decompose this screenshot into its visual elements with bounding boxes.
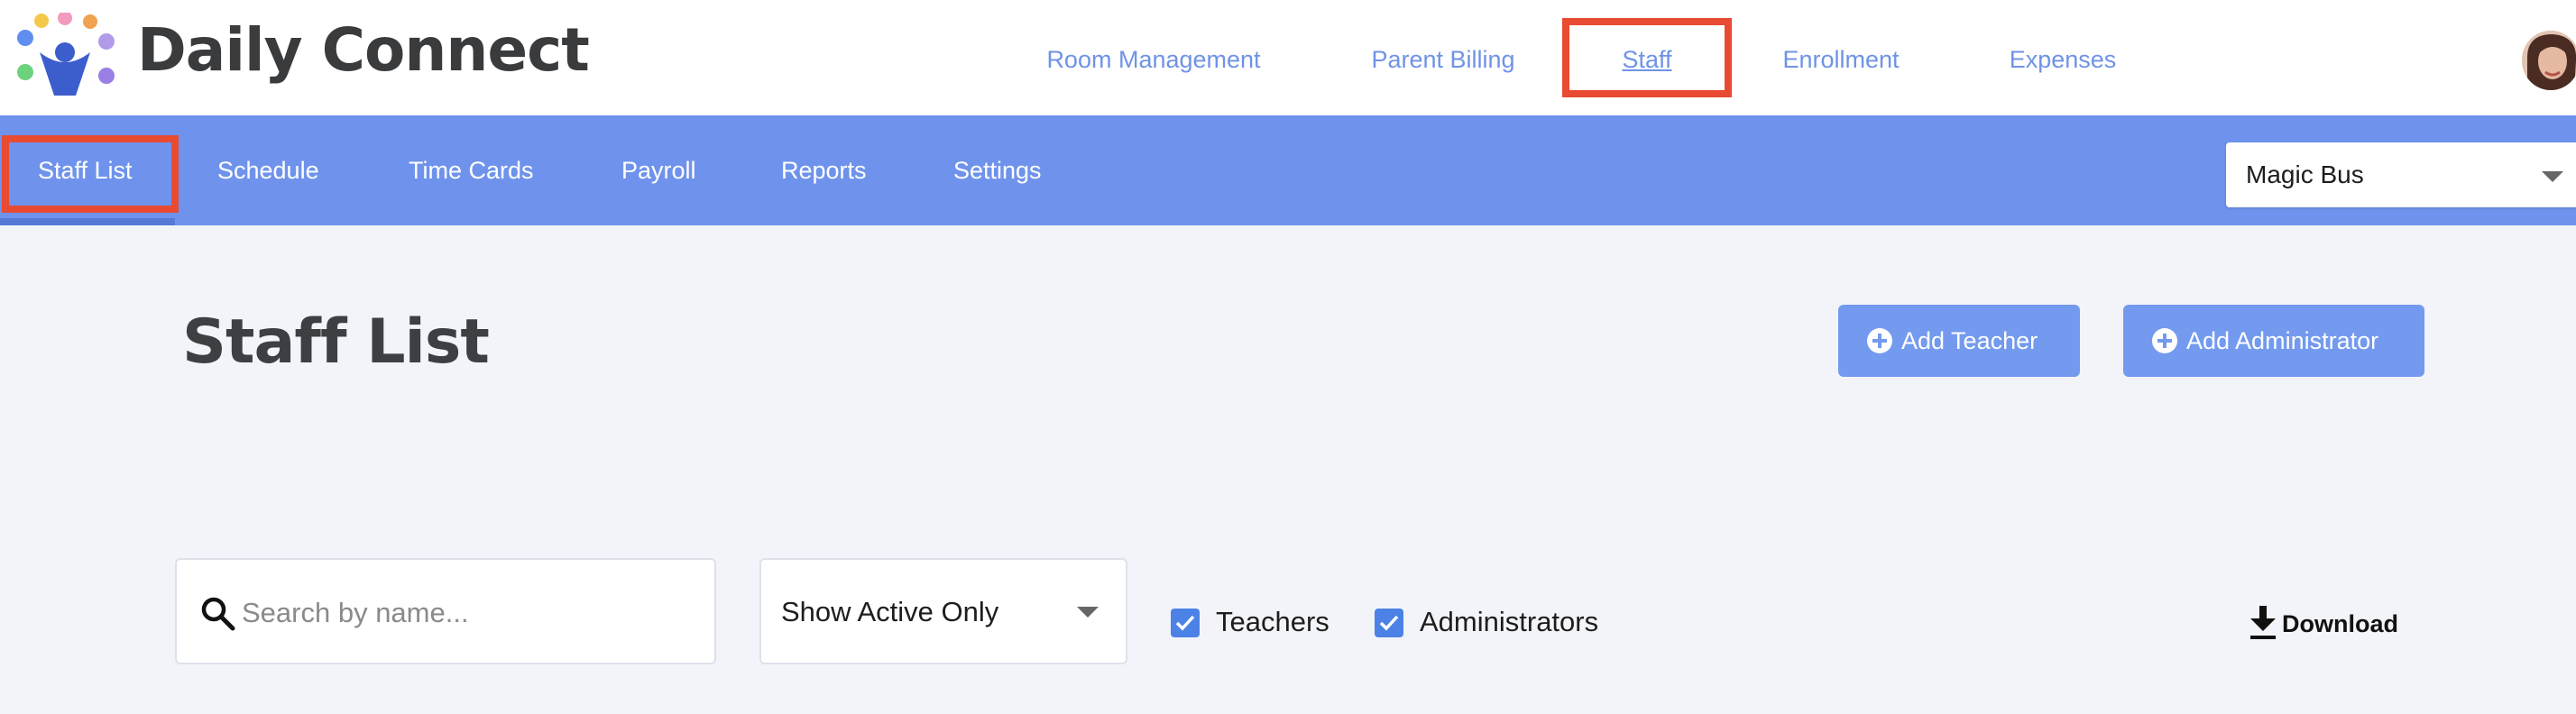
subnav-schedule[interactable]: Schedule <box>217 150 319 191</box>
administrators-checkbox[interactable] <box>1375 609 1403 637</box>
subnav-payroll[interactable]: Payroll <box>621 150 696 191</box>
sub-nav-bar: Staff List Schedule Time Cards Payroll R… <box>0 115 2576 225</box>
teachers-filter[interactable]: Teachers <box>1171 600 1351 644</box>
highlight-box-staff <box>1562 18 1732 97</box>
page-title: Staff List <box>182 307 490 378</box>
checkmark-icon <box>1379 615 1399 631</box>
teachers-label: Teachers <box>1216 606 1329 637</box>
subnav-reports[interactable]: Reports <box>781 150 867 191</box>
location-select-value: Magic Bus <box>2246 160 2364 188</box>
subnav-active-underline <box>0 218 175 225</box>
nav-parent-billing[interactable]: Parent Billing <box>1364 41 1523 78</box>
download-label: Download <box>2282 610 2398 637</box>
nav-enrollment[interactable]: Enrollment <box>1779 41 1903 78</box>
status-filter-value: Show Active Only <box>781 596 999 627</box>
search-box <box>175 558 716 664</box>
plus-circle-icon <box>1867 328 1892 353</box>
search-icon <box>201 597 235 631</box>
add-administrator-label: Add Administrator <box>2186 327 2379 354</box>
add-teacher-label: Add Teacher <box>1901 327 2038 354</box>
logo-icon[interactable] <box>13 13 117 96</box>
add-teacher-button[interactable]: Add Teacher <box>1838 305 2080 377</box>
avatar[interactable] <box>2522 31 2576 90</box>
subnav-time-cards[interactable]: Time Cards <box>409 150 534 191</box>
caret-down-icon <box>1077 607 1099 618</box>
add-administrator-button[interactable]: Add Administrator <box>2123 305 2424 377</box>
top-bar: Daily Connect Room Management Parent Bil… <box>0 0 2576 115</box>
caret-down-icon <box>2542 171 2563 182</box>
nav-expenses[interactable]: Expenses <box>2006 41 2120 78</box>
status-filter-select[interactable]: Show Active Only <box>759 558 1127 664</box>
brand-name: Daily Connect <box>137 15 590 85</box>
teachers-checkbox[interactable] <box>1171 609 1200 637</box>
highlight-box-staff-list <box>2 135 179 213</box>
checkmark-icon <box>1175 615 1195 631</box>
download-icon <box>2250 606 2276 639</box>
nav-room-management[interactable]: Room Management <box>1035 41 1272 78</box>
subnav-settings[interactable]: Settings <box>953 150 1042 191</box>
administrators-label: Administrators <box>1420 606 1599 637</box>
plus-circle-icon <box>2152 328 2177 353</box>
search-input[interactable] <box>240 592 695 634</box>
administrators-filter[interactable]: Administrators <box>1375 600 1636 644</box>
location-select[interactable]: Magic Bus <box>2226 142 2576 207</box>
download-button[interactable]: Download <box>2244 600 2406 644</box>
